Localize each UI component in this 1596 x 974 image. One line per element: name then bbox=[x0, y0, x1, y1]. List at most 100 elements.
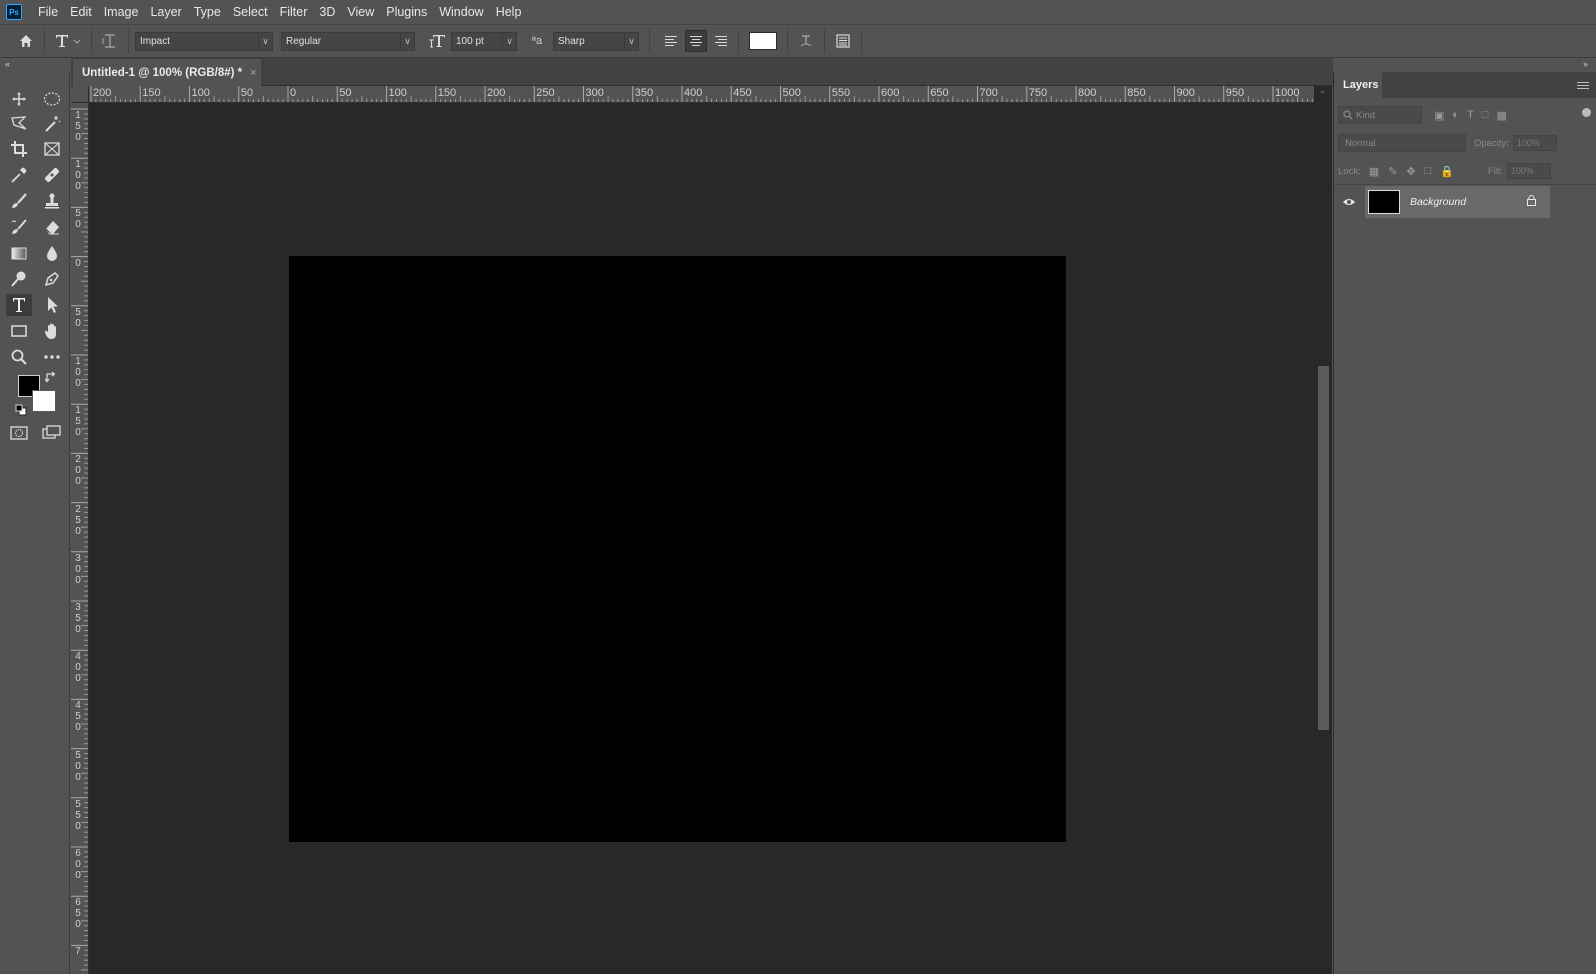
document-tab[interactable]: Untitled-1 @ 100% (RGB/8#) * × bbox=[73, 59, 261, 86]
layer-item[interactable]: Background bbox=[1365, 186, 1550, 218]
dodge-tool-icon[interactable] bbox=[6, 268, 32, 290]
text-orientation-icon[interactable] bbox=[98, 29, 122, 53]
layers-panel: Layers Kind ▣ ◐ T □ ▩ Normal Opacity: 10… bbox=[1333, 72, 1596, 974]
vertical-scrollbar[interactable]: ⌃ bbox=[1314, 86, 1332, 974]
separator bbox=[44, 29, 45, 53]
hand-tool-icon[interactable] bbox=[39, 320, 65, 342]
fill-input[interactable]: 100% bbox=[1506, 163, 1551, 179]
layer-row[interactable]: Background bbox=[1334, 186, 1596, 218]
panel-menu-icon[interactable] bbox=[1577, 79, 1589, 91]
menu-file[interactable]: File bbox=[32, 0, 64, 24]
lock-all-icon[interactable]: 🔒 bbox=[1440, 165, 1454, 178]
filter-type-icon[interactable]: T bbox=[1467, 109, 1474, 122]
blur-tool-icon[interactable] bbox=[39, 242, 65, 264]
opacity-input[interactable]: 100% bbox=[1512, 135, 1557, 151]
magic-wand-tool-icon[interactable] bbox=[39, 113, 65, 135]
eyedropper-tool-icon[interactable] bbox=[6, 164, 32, 186]
pen-tool-icon[interactable] bbox=[39, 268, 65, 290]
elliptical-marquee-tool-icon[interactable] bbox=[39, 88, 65, 110]
scrollbar-thumb[interactable] bbox=[1318, 366, 1329, 730]
layer-lock-icon[interactable] bbox=[1527, 195, 1536, 209]
background-color-swatch[interactable] bbox=[32, 390, 56, 412]
character-panel-icon[interactable] bbox=[831, 29, 855, 53]
filter-pixel-icon[interactable]: ▣ bbox=[1434, 109, 1444, 122]
align-center-button[interactable] bbox=[685, 30, 707, 52]
filter-adjustment-icon[interactable]: ◐ bbox=[1452, 109, 1459, 122]
scroll-up-icon[interactable]: ⌃ bbox=[1319, 90, 1326, 99]
type-tool-icon[interactable] bbox=[6, 294, 32, 316]
document-tab-bar: Untitled-1 @ 100% (RGB/8#) * × bbox=[71, 58, 1333, 86]
lock-image-pixels-icon[interactable]: ✎ bbox=[1388, 165, 1397, 178]
menu-plugins[interactable]: Plugins bbox=[380, 0, 433, 24]
menu-layer[interactable]: Layer bbox=[144, 0, 187, 24]
menu-select[interactable]: Select bbox=[227, 0, 274, 24]
menu-help[interactable]: Help bbox=[490, 0, 528, 24]
align-right-button[interactable] bbox=[710, 30, 732, 52]
blend-mode-select[interactable]: Normal bbox=[1338, 134, 1466, 152]
lock-position-icon[interactable]: ✥ bbox=[1406, 165, 1415, 178]
antialias-select[interactable]: Sharp ∨ bbox=[553, 31, 639, 51]
frame-tool-icon[interactable] bbox=[39, 138, 65, 160]
ruler-label: 500 bbox=[75, 749, 81, 783]
clone-stamp-tool-icon[interactable] bbox=[39, 190, 65, 212]
canvas-pasteboard[interactable] bbox=[89, 103, 1314, 974]
rectangle-tool-icon[interactable] bbox=[6, 320, 32, 342]
ruler-label: 0 bbox=[290, 87, 297, 99]
filter-smart-object-icon[interactable]: ▩ bbox=[1496, 109, 1506, 122]
polygonal-lasso-tool-icon[interactable] bbox=[6, 113, 32, 135]
menu-view[interactable]: View bbox=[341, 0, 380, 24]
path-selection-tool-icon[interactable] bbox=[39, 294, 65, 316]
lock-transparent-pixels-icon[interactable]: ▦ bbox=[1369, 165, 1379, 178]
gradient-tool-icon[interactable] bbox=[6, 242, 32, 264]
lock-artboard-icon[interactable]: □ bbox=[1425, 165, 1432, 178]
filter-shape-icon[interactable]: □ bbox=[1482, 109, 1489, 122]
horizontal-ruler[interactable]: 200 150 100 50 0 50 100 150 200 250 300 350 400 450 50… bbox=[89, 86, 1314, 103]
panels-collapse-icon[interactable]: » bbox=[1333, 58, 1596, 72]
antialias-value: Sharp bbox=[558, 35, 585, 47]
font-size-value: 100 pt bbox=[456, 35, 484, 47]
menu-image[interactable]: Image bbox=[98, 0, 145, 24]
move-tool-icon[interactable] bbox=[6, 88, 32, 110]
ruler-origin[interactable] bbox=[71, 86, 89, 103]
type-tool-preset-icon[interactable] bbox=[51, 29, 85, 53]
healing-brush-tool-icon[interactable] bbox=[39, 164, 65, 186]
filter-kind-select[interactable]: Kind bbox=[1338, 106, 1422, 124]
font-style-select[interactable]: Regular ∨ bbox=[281, 31, 415, 51]
tools-collapse-icon[interactable]: « bbox=[0, 58, 70, 72]
close-icon[interactable]: × bbox=[250, 67, 256, 79]
menu-edit[interactable]: Edit bbox=[64, 0, 98, 24]
search-icon bbox=[1343, 110, 1353, 120]
filter-toggle-icon[interactable] bbox=[1582, 108, 1591, 117]
tools-panel bbox=[0, 72, 70, 974]
zoom-tool-icon[interactable] bbox=[6, 346, 32, 368]
crop-tool-icon[interactable] bbox=[6, 138, 32, 160]
default-colors-icon[interactable] bbox=[14, 403, 28, 417]
vertical-ruler[interactable]: 1501005005010015020025030035040045050055… bbox=[71, 103, 89, 974]
more-tools-icon[interactable] bbox=[39, 346, 65, 368]
chevron-down-icon: ∨ bbox=[624, 32, 638, 50]
document-canvas[interactable] bbox=[289, 256, 1066, 842]
menu-window[interactable]: Window bbox=[433, 0, 489, 24]
align-left-button[interactable] bbox=[660, 30, 682, 52]
menu-type[interactable]: Type bbox=[188, 0, 227, 24]
menu-3d[interactable]: 3D bbox=[313, 0, 341, 24]
font-family-select[interactable]: Impact ∨ bbox=[135, 31, 273, 51]
menu-filter[interactable]: Filter bbox=[274, 0, 314, 24]
quick-mask-icon[interactable] bbox=[6, 422, 32, 444]
brush-tool-icon[interactable] bbox=[6, 190, 32, 212]
home-icon[interactable] bbox=[14, 29, 38, 53]
lock-label: Lock: bbox=[1338, 165, 1361, 177]
visibility-eye-icon[interactable] bbox=[1334, 186, 1364, 218]
blend-row: Normal Opacity: 100% bbox=[1338, 134, 1596, 152]
ruler-label: 300 bbox=[585, 87, 604, 99]
font-size-input[interactable]: 100 pt ∨ bbox=[451, 31, 517, 51]
history-brush-tool-icon[interactable] bbox=[6, 216, 32, 238]
tab-layers[interactable]: Layers bbox=[1334, 72, 1382, 98]
layer-name[interactable]: Background bbox=[1410, 196, 1466, 208]
eraser-tool-icon[interactable] bbox=[39, 216, 65, 238]
ruler-label: 950 bbox=[1225, 87, 1245, 99]
text-color-swatch[interactable] bbox=[749, 32, 777, 50]
screen-mode-icon[interactable] bbox=[39, 422, 65, 444]
warp-text-icon[interactable] bbox=[794, 29, 818, 53]
swap-colors-icon[interactable] bbox=[44, 370, 58, 384]
